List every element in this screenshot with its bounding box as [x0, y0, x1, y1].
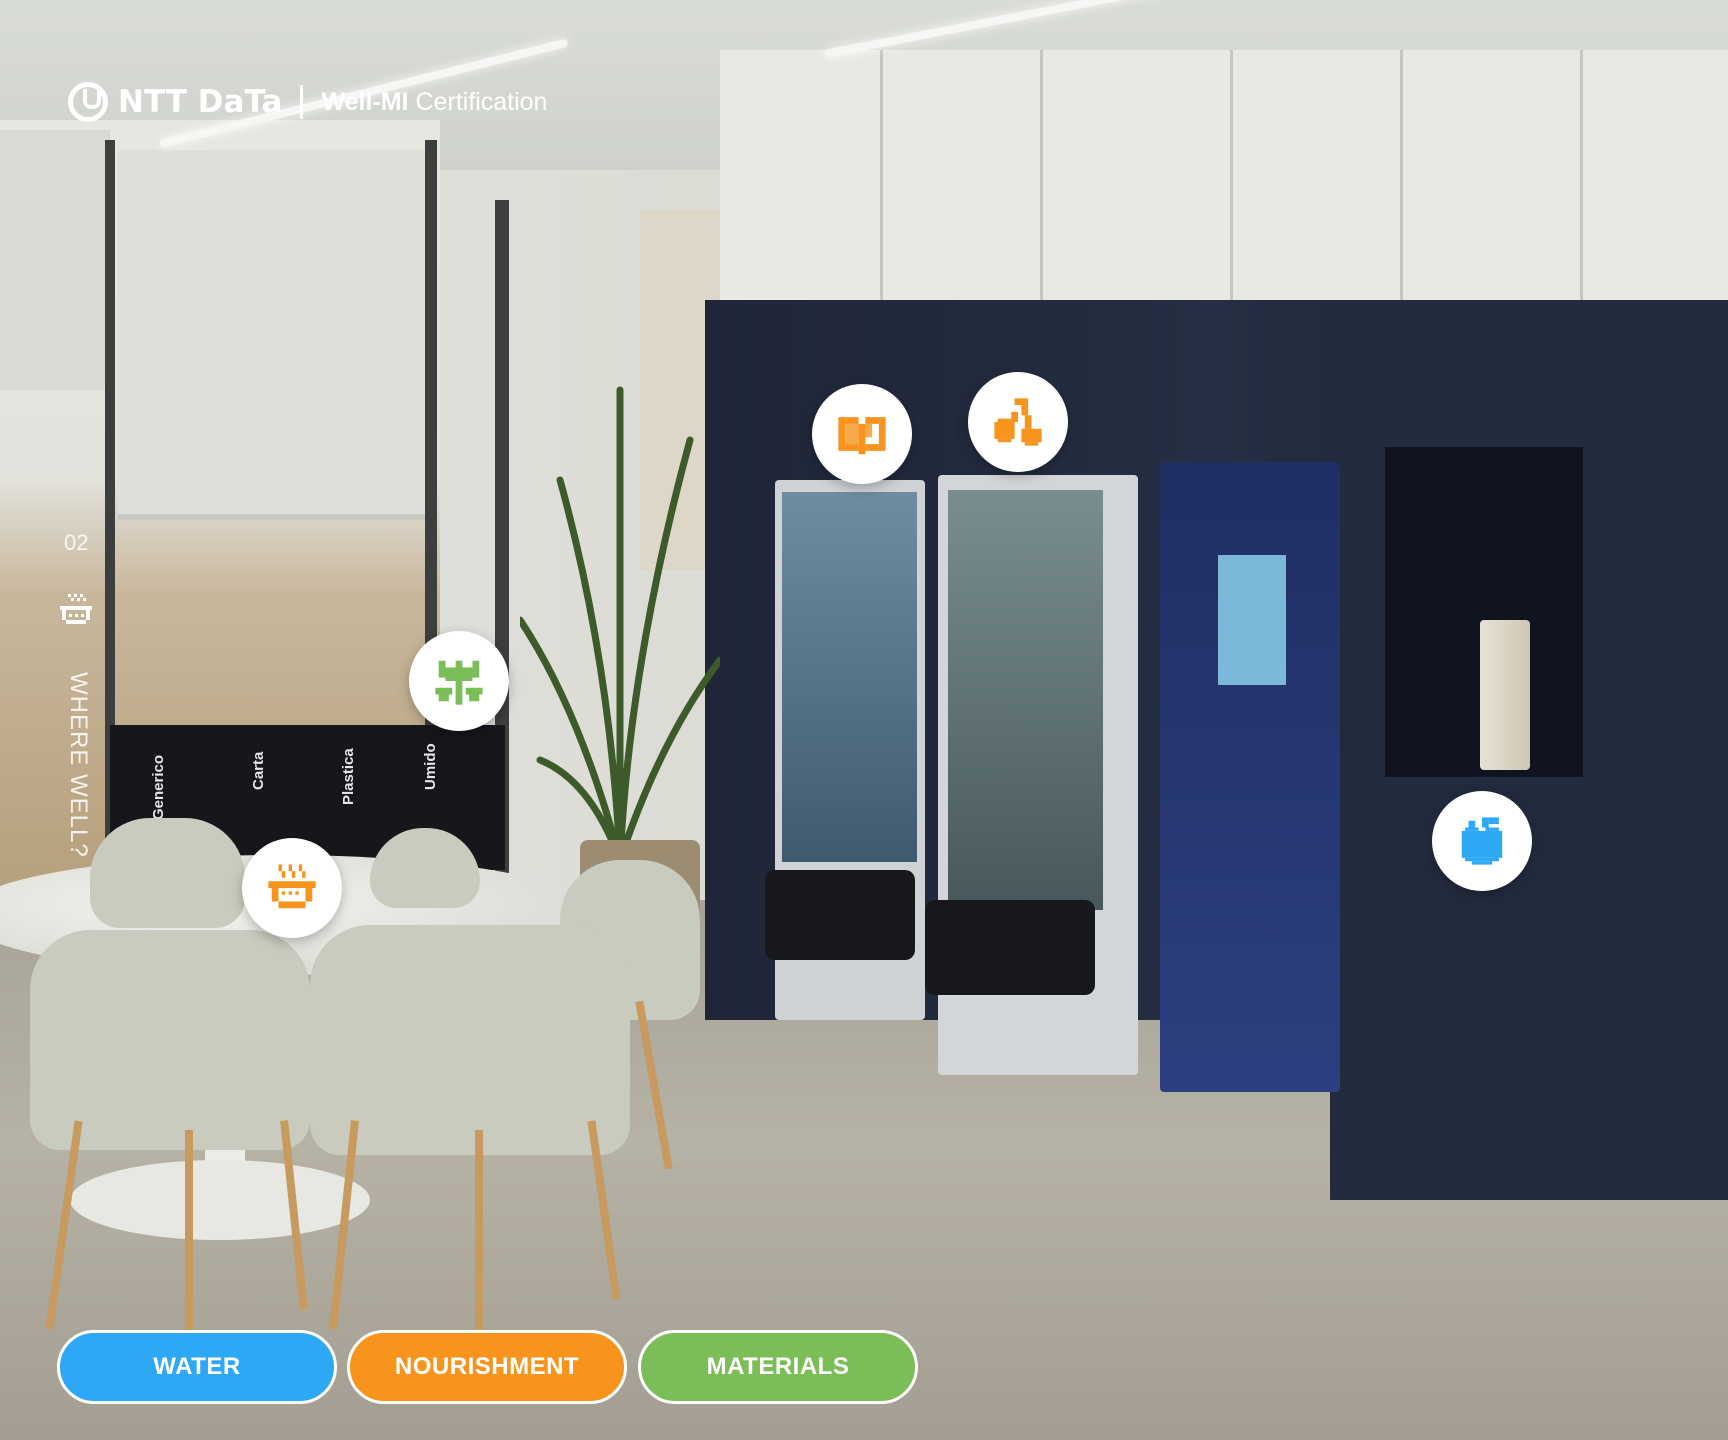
section-label[interactable]: WHERE WELL?	[64, 672, 92, 858]
paper-cups	[1480, 620, 1530, 770]
hotspot-food-bowl[interactable]	[242, 838, 342, 938]
food-bowl-icon[interactable]	[58, 592, 94, 632]
background-photo: Generico Carta Plastica Umido	[0, 0, 1728, 1440]
vending-window	[782, 492, 917, 862]
hotspot-apple[interactable]	[1432, 791, 1532, 891]
chair	[90, 818, 245, 928]
hotspot-plant[interactable]	[409, 631, 509, 731]
cherries-icon	[994, 398, 1042, 446]
apple-icon	[1461, 817, 1503, 865]
company-name: NTT DaTa	[118, 84, 283, 120]
roller-blind	[0, 130, 110, 390]
divider	[300, 85, 304, 119]
roller-blind	[118, 150, 430, 520]
vending-drawer	[925, 900, 1095, 995]
certification-title: Well-MI Certification	[321, 88, 547, 117]
nourishment-category-button[interactable]: NOURISHMENT	[347, 1330, 627, 1404]
materials-category-button[interactable]: MATERIALS	[638, 1330, 918, 1404]
brand-header: NTT DaTa Well-MI Certification	[68, 82, 547, 122]
coffee-machine-screen	[1218, 555, 1286, 685]
potted-plant	[516, 360, 724, 880]
chair-leg	[185, 1130, 193, 1330]
hotspot-cherries[interactable]	[968, 372, 1068, 472]
vending-drawer	[765, 870, 915, 960]
bin-label: Plastica	[340, 748, 357, 805]
bin-label: Carta	[250, 751, 267, 790]
chair	[30, 930, 310, 1150]
section-number: 02	[64, 530, 89, 555]
chair-leg	[475, 1130, 483, 1330]
company-logo: NTT DaTa	[68, 82, 282, 122]
food-bowl-icon	[268, 864, 316, 909]
vending-window	[948, 490, 1103, 910]
table-base	[70, 1160, 370, 1240]
certification-suffix: Certification	[415, 87, 548, 116]
tulip-plant-icon	[435, 660, 483, 705]
book-icon	[838, 417, 886, 455]
bin-label: Umido	[422, 743, 439, 790]
water-category-button[interactable]: WATER	[57, 1330, 337, 1404]
certification-name: Well-MI	[321, 87, 409, 116]
bin-label: Generico	[150, 754, 167, 820]
logo-icon	[68, 82, 108, 122]
hotspot-book[interactable]	[812, 384, 912, 484]
